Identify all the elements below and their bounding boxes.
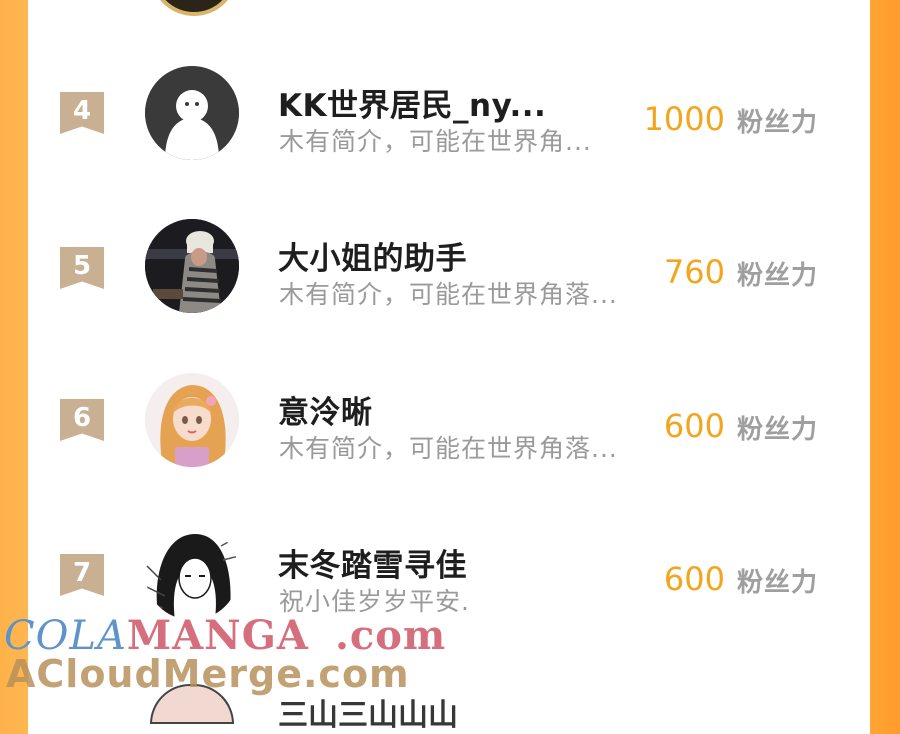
- user-bio: 木有简介，可能在世界角...: [279, 127, 592, 156]
- user-bio: 木有简介，可能在世界角落...: [279, 434, 618, 463]
- user-name[interactable]: KK世界居民_ny...: [278, 80, 546, 125]
- fan-power-value: 760: [663, 253, 725, 291]
- fan-power-unit: 粉丝力: [737, 108, 819, 138]
- watermark-acloudmerge: ACloudMerge.com: [6, 652, 410, 696]
- rank-badge: 4: [60, 92, 104, 134]
- fan-power-value: 600: [663, 407, 725, 445]
- ghost-avatar-icon: [145, 66, 239, 160]
- user-avatar[interactable]: [145, 526, 239, 620]
- user-avatar[interactable]: [145, 66, 239, 160]
- user-bio: 木有简介，可能在世界角落...: [279, 280, 618, 309]
- user-name[interactable]: 意泠晰: [278, 387, 373, 432]
- user-avatar[interactable]: [145, 373, 239, 467]
- user-avatar[interactable]: [145, 219, 239, 313]
- fan-power-value: 600: [663, 560, 725, 598]
- fan-power-unit: 粉丝力: [737, 568, 819, 598]
- rank-badge: 7: [60, 554, 104, 596]
- rank-badge: 5: [60, 247, 104, 289]
- manga-avatar-icon: [145, 526, 239, 620]
- photo-avatar-icon: [145, 219, 239, 313]
- rank-badge: 6: [60, 399, 104, 441]
- ranking-row[interactable]: 5 大小姐的助手 木有简介，可能在世界角落... 760 粉丝力: [0, 213, 900, 333]
- fan-power-unit: 粉丝力: [737, 261, 819, 291]
- user-name[interactable]: 大小姐的助手: [278, 233, 467, 278]
- user-name[interactable]: 末冬踏雪寻佳: [278, 540, 467, 585]
- ranking-row[interactable]: 4 KK世界居民_ny... 木有简介，可能在世界角... 1000 粉丝力: [0, 60, 900, 180]
- anime-avatar-icon: [145, 373, 239, 467]
- fan-power-unit: 粉丝力: [737, 415, 819, 445]
- fan-power-value: 1000: [643, 100, 725, 138]
- next-user-name[interactable]: 三山三山山山: [278, 690, 458, 734]
- ranking-row[interactable]: 6 意泠晰 木有简介，可能在世界角落... 600 粉丝力: [0, 367, 900, 487]
